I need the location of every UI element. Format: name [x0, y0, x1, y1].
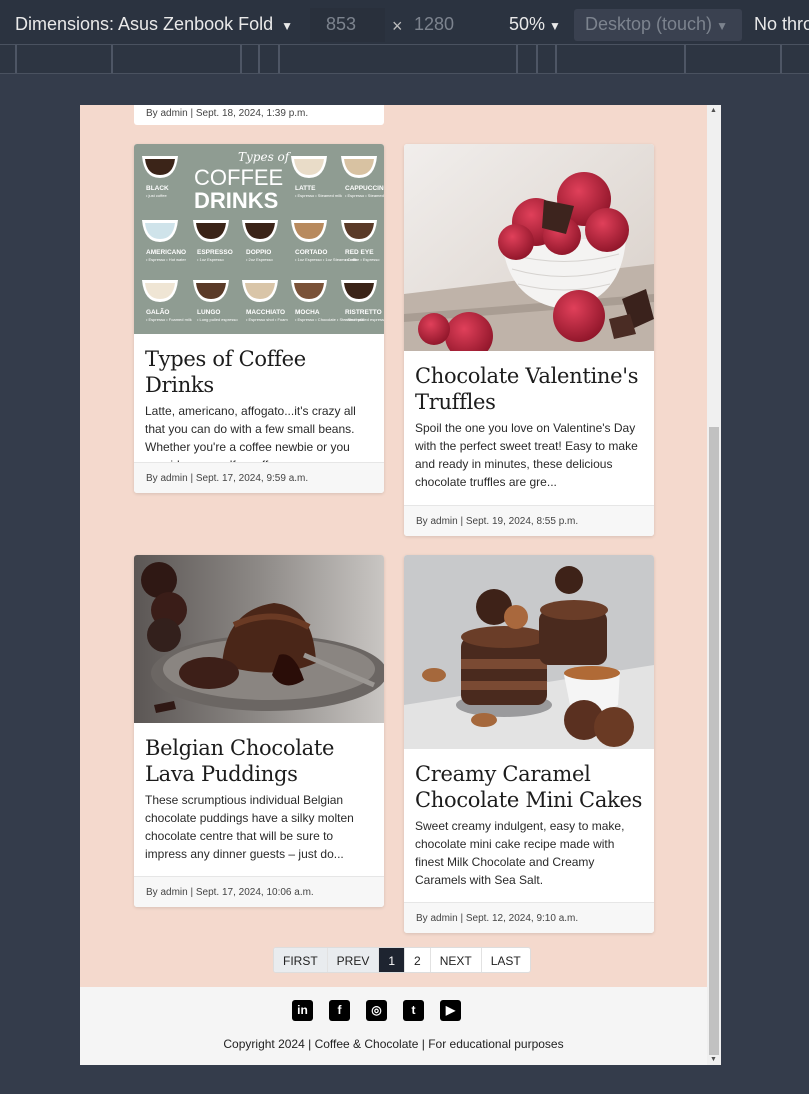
drink-note: • Espresso • Steamed milk [295, 193, 342, 198]
drink-name: BLACK [146, 185, 169, 192]
card-partial[interactable]: By admin | Sept. 18, 2024, 1:39 p.m. [134, 105, 384, 125]
card-meta: By admin | Sept. 17, 2024, 10:06 a.m. [134, 876, 384, 907]
drink-name: GALÃO [146, 307, 169, 316]
drink-name: MACCHIATO [246, 309, 285, 316]
card-image[interactable] [404, 555, 654, 749]
card-caramel-mini-cakes[interactable]: Creamy Caramel Chocolate Mini Cakes Swee… [404, 555, 654, 933]
media-query-ruler[interactable] [0, 44, 809, 74]
zoom-label: 50% [509, 14, 546, 34]
card-meta: By admin | Sept. 18, 2024, 1:39 p.m. [146, 108, 309, 119]
scrollbar-thumb[interactable] [709, 427, 719, 1055]
drink-note: • Espresso • Hot water [146, 257, 187, 262]
lava-pudding-photo [134, 555, 384, 723]
card-meta: By admin | Sept. 19, 2024, 8:55 p.m. [404, 505, 654, 536]
chevron-down-icon: ▼ [716, 19, 728, 33]
device-type-select[interactable]: Desktop (touch) ▼ [574, 9, 742, 41]
truffles-photo [404, 144, 654, 351]
drink-name: DOPPIO [246, 249, 271, 256]
drink-name: LATTE [295, 185, 316, 192]
dimensions-label: Dimensions: Asus Zenbook Fold [15, 14, 274, 34]
card-meta: By admin | Sept. 17, 2024, 9:59 a.m. [134, 462, 384, 493]
page-2-button[interactable]: 2 [405, 948, 431, 972]
facebook-icon[interactable]: f [329, 1000, 350, 1021]
card-title[interactable]: Chocolate Valentine's Truffles [404, 351, 654, 415]
youtube-icon[interactable]: ▶ [440, 1000, 461, 1021]
drink-note: • Long pulled espresso [197, 317, 238, 322]
first-page-button[interactable]: FIRST [274, 948, 328, 972]
chevron-down-icon: ▼ [281, 19, 294, 33]
emulated-viewport: By admin | Sept. 18, 2024, 1:39 p.m. BLA… [80, 105, 721, 1065]
card-coffee-drinks[interactable]: BLACK • just coffee LATTE • Espresso • Stea… [134, 144, 384, 493]
dimensions-select[interactable]: Dimensions: Asus Zenbook Fold ▼ [15, 14, 293, 35]
width-input[interactable]: 853 [310, 8, 385, 42]
drink-name: CAPPUCCINO [345, 185, 384, 192]
scroll-up-icon[interactable]: ▲ [710, 107, 717, 114]
infographic-title-line1: COFFEE [194, 165, 283, 190]
drink-note: • just coffee [146, 193, 167, 198]
drink-name: MOCHA [295, 309, 320, 316]
drink-name: LUNGO [197, 309, 220, 316]
mini-cakes-photo [404, 555, 654, 749]
drink-note: • Espresso • Foamed milk [146, 317, 192, 322]
drink-name: AMERICANO [146, 249, 186, 256]
site-footer: in f ◎ t ▶ Copyright 2024 | Coffee & Cho… [80, 987, 707, 1065]
device-type-label: Desktop (touch) [585, 14, 713, 34]
drink-name: RED EYE [345, 249, 374, 256]
social-links: in f ◎ t ▶ [292, 1000, 461, 1021]
next-page-button[interactable]: NEXT [431, 948, 482, 972]
card-title[interactable]: Creamy Caramel Chocolate Mini Cakes [404, 749, 654, 813]
drink-name: RISTRETTO [345, 309, 382, 316]
pagination: FIRST PREV 1 2 NEXT LAST [273, 947, 531, 973]
instagram-icon[interactable]: ◎ [366, 1000, 387, 1021]
card-title[interactable]: Types of Coffee Drinks [134, 334, 384, 398]
page-1-button[interactable]: 1 [379, 948, 406, 972]
infographic-title-line2: DRINKS [194, 188, 278, 213]
card-image[interactable]: BLACK • just coffee LATTE • Espresso • Stea… [134, 144, 384, 334]
coffee-drinks-infographic: BLACK• just coffeeLATTE• Espresso • Stea… [134, 144, 384, 334]
card-image[interactable] [134, 555, 384, 723]
card-excerpt: Sweet creamy indulgent, easy to make, ch… [415, 819, 625, 887]
card-image[interactable] [404, 144, 654, 351]
drink-note: • Short pulled espresso [345, 317, 384, 322]
drink-note: • Coffee • Espresso [345, 257, 380, 262]
card-meta: By admin | Sept. 12, 2024, 9:10 a.m. [404, 902, 654, 933]
card-excerpt: These scrumptious individual Belgian cho… [145, 793, 354, 861]
drink-note: • Espresso shot • Foam [246, 317, 288, 322]
last-page-button[interactable]: LAST [482, 948, 530, 972]
height-input[interactable]: 1280 [414, 14, 454, 35]
drink-name: CORTADO [295, 249, 327, 256]
drink-note: • 1oz Espresso [197, 257, 225, 262]
vertical-scrollbar[interactable]: ▲ ▼ [707, 105, 721, 1065]
infographic-script-title: Types of [238, 150, 292, 164]
linkedin-icon[interactable]: in [292, 1000, 313, 1021]
throttle-select[interactable]: No thro [754, 14, 809, 35]
copyright-text: Copyright 2024 | Coffee & Chocolate | Fo… [223, 1037, 564, 1051]
drink-name: ESPRESSO [197, 249, 233, 256]
chevron-down-icon: ▼ [549, 19, 561, 33]
drink-note: • Espresso • Steamed milk • Foam [345, 193, 384, 198]
scroll-down-icon[interactable]: ▼ [710, 1056, 717, 1063]
devtools-toolbar: Dimensions: Asus Zenbook Fold ▼ 853 × 128… [0, 0, 809, 48]
card-excerpt: Spoil the one you love on Valentine's Da… [415, 421, 638, 489]
card-title[interactable]: Belgian Chocolate Lava Puddings [134, 723, 384, 787]
zoom-select[interactable]: 50% ▼ [509, 14, 561, 35]
prev-page-button[interactable]: PREV [327, 948, 380, 972]
times-icon: × [392, 16, 403, 36]
card-valentine-truffles[interactable]: Chocolate Valentine's Truffles Spoil the… [404, 144, 654, 536]
drink-note: • 2oz Espresso [246, 257, 274, 262]
twitter-icon[interactable]: t [403, 1000, 424, 1021]
card-lava-puddings[interactable]: Belgian Chocolate Lava Puddings These sc… [134, 555, 384, 907]
